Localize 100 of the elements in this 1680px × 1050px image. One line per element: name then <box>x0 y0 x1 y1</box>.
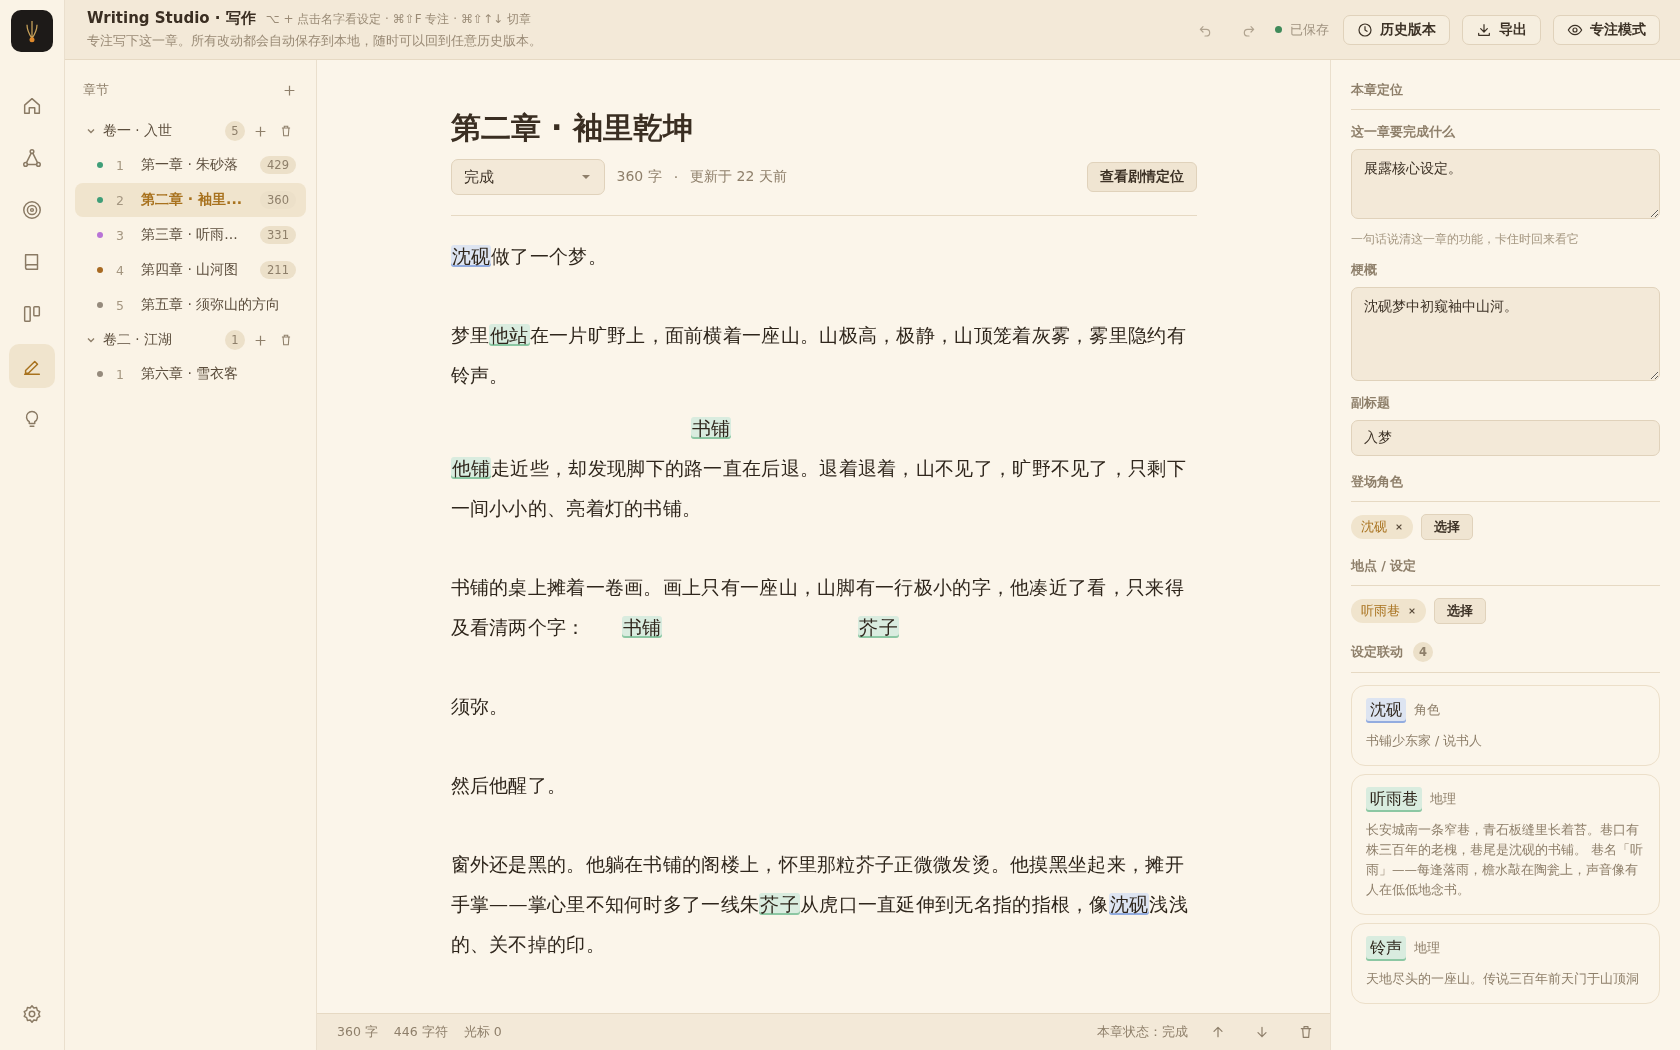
entity-mention[interactable]: 书铺 <box>621 616 663 638</box>
word-count: 360 字 <box>616 168 662 186</box>
entity-type: 地理 <box>1414 940 1440 957</box>
chapter-number: 5 <box>115 297 125 313</box>
toolbar-button[interactable]: 导出 <box>1462 14 1541 45</box>
target-icon <box>21 199 43 221</box>
shortcut-hint: ⌥ + 点击名字看设定 · ⌘⇧F 专注 · ⌘⇧↑↓ 切章 <box>265 11 531 28</box>
entity-mention[interactable]: 沈砚 <box>450 245 492 267</box>
home-icon <box>21 95 43 117</box>
toolbar-button[interactable]: 专注模式 <box>1553 14 1660 45</box>
subtitle-field[interactable]: 入梦 <box>1351 420 1660 456</box>
chapter-item[interactable]: 1 第一章 · 朱砂落 429 <box>75 148 306 182</box>
field-label: 这一章要完成什么 <box>1351 124 1456 141</box>
section-heading: 本章定位 <box>1351 82 1660 110</box>
chapter-count: 1 <box>225 330 245 350</box>
arrow-down-icon <box>1254 1024 1270 1040</box>
nodes-icon <box>21 147 43 169</box>
clock-icon <box>1357 21 1373 38</box>
entity-description: 长安城南一条窄巷，青石板缝里长着苔。巷口有株三百年的老槐，巷尾是沈砚的书铺。 巷名「听雨」——每逢落雨，檐水敲在陶瓮上，声音像有人在低低地念书。 <box>1366 821 1644 899</box>
goal-field[interactable]: 展露核心设定。 <box>1351 149 1660 219</box>
chapter-item[interactable]: 3 第三章 · 听雨... 331 <box>75 218 306 252</box>
app-logo <box>11 10 53 52</box>
entity-mention[interactable]: 沈砚 <box>1108 893 1150 915</box>
section-heading: 登场角色 <box>1351 474 1660 502</box>
paragraph[interactable]: 他铺走近些，却发现脚下的路一直在后退。退着退着，山不见了，旷野不见了，只剩下一间小小的、亮着灯的书铺。 <box>450 448 1197 528</box>
synopsis-field[interactable]: 沈砚梦中初窥袖中山河。 <box>1351 287 1660 381</box>
toolbar-button[interactable]: 历史版本 <box>1343 14 1450 45</box>
chapter-number: 2 <box>115 192 125 208</box>
chapter-title: 第一章 · 朱砂落 <box>141 156 240 174</box>
paragraph[interactable]: 沈砚做了一个梦。 <box>450 236 1197 276</box>
volume-title[interactable]: 卷二 · 江湖 <box>103 331 219 349</box>
download-icon <box>1476 21 1492 38</box>
chapter-title: 第三章 · 听雨... <box>141 226 239 244</box>
setting-card[interactable]: 沈砚 角色 书铺少东家 / 说书人 <box>1351 685 1660 766</box>
chapter-number: 3 <box>115 227 125 243</box>
select-button[interactable]: 选择 <box>1434 598 1486 624</box>
columns-icon <box>21 303 43 325</box>
paragraph[interactable]: 书铺的桌上摊着一卷画。画上只有一座山，山脚有一行极小的字，他凑近了看，只来得及看清两个字： 书铺 芥子 <box>450 567 1197 647</box>
entity-name: 沈砚 <box>1366 698 1406 723</box>
entity-mention[interactable]: 他站 <box>489 324 530 346</box>
chapter-number: 1 <box>115 157 125 173</box>
plus-icon <box>254 124 267 138</box>
chapter-title: 第四章 · 山河图 <box>141 261 240 279</box>
select-button[interactable]: 选择 <box>1421 514 1473 540</box>
chapter-count: 5 <box>225 121 245 141</box>
field-label: 副标题 <box>1351 395 1391 412</box>
word-count: 429 <box>260 156 296 174</box>
chapter-item[interactable]: 1 第六章 · 雪衣客 <box>75 357 306 391</box>
close-icon[interactable] <box>1395 523 1403 531</box>
chapter-item[interactable]: 5 第五章 · 须弥山的方向 <box>75 288 306 322</box>
section-heading: 章节 <box>83 81 109 99</box>
plus-icon <box>254 333 267 347</box>
close-icon[interactable] <box>1408 607 1416 615</box>
chapter-title: 第二章 · 袖里... <box>141 191 244 209</box>
entity-mention[interactable]: 书铺 <box>690 417 732 439</box>
trash-icon <box>1298 1024 1314 1040</box>
chapter-number: 4 <box>115 262 125 278</box>
app-title: Writing Studio · 写作 <box>87 9 256 28</box>
plus-icon <box>283 84 296 97</box>
paragraph[interactable]: 然后他醒了。 <box>450 765 1197 805</box>
chapter-number: 1 <box>115 366 125 382</box>
entity-mention[interactable]: 他铺 <box>450 457 492 479</box>
paragraph[interactable]: 须弥。 <box>450 686 1197 726</box>
nav-button[interactable] <box>9 344 55 388</box>
entity-name: 铃声 <box>1366 936 1406 961</box>
entity-mention[interactable]: 芥子 <box>858 616 899 638</box>
section-heading: 设定联动 <box>1351 643 1403 661</box>
entity-mention[interactable]: 芥子 <box>759 893 800 915</box>
entity-description: 天地尽头的一座山。传说三百年前天门于山顶洞 <box>1366 970 1640 988</box>
save-status: 已保存 <box>1290 20 1329 39</box>
setting-card[interactable]: 铃声 地理 天地尽头的一座山。传说三百年前天门于山顶洞 <box>1351 923 1660 1004</box>
chapter-status: 本章状态：完成 <box>1097 1023 1188 1041</box>
separator: · <box>673 169 679 185</box>
entity-name: 听雨巷 <box>1366 787 1422 812</box>
word-count: 360 字 <box>337 1023 378 1041</box>
field-hint: 一句话说清这一章的功能，卡住时回来看它 <box>1351 231 1580 248</box>
chapter-title: 第六章 · 雪衣客 <box>141 365 240 383</box>
volume-title[interactable]: 卷一 · 入世 <box>103 122 219 140</box>
status-dropdown[interactable]: 完成 <box>450 159 605 195</box>
updated-time: 更新于 22 天前 <box>690 168 787 186</box>
chapter-item[interactable]: 4 第四章 · 山河图 211 <box>75 253 306 287</box>
paragraph[interactable]: 梦里他站在一片旷野上，面前横着一座山。山极高，极静，山顶笼着灰雾，雾里隐约有铃声。 <box>450 315 1197 395</box>
chapter-heading: 第二章 · 袖里乾坤 <box>450 109 694 147</box>
cursor-position: 光标 0 <box>463 1023 502 1041</box>
entity-description: 书铺少东家 / 说书人 <box>1366 732 1484 750</box>
place-tag[interactable]: 听雨巷 <box>1351 599 1426 623</box>
status-dot <box>1275 26 1282 33</box>
settings-icon <box>21 1003 43 1025</box>
entity-type: 角色 <box>1414 702 1440 719</box>
setting-card[interactable]: 听雨巷 地理 长安城南一条窄巷，青石板缝里长着苔。巷口有株三百年的老槐，巷尾是沈砚的书铺。 巷名「听雨」——每逢落雨，檐水敲在陶瓮上，声音像有人在低低地念书。 <box>1351 774 1660 915</box>
word-count: 331 <box>260 226 296 244</box>
trash-icon <box>279 124 293 138</box>
trash-icon <box>279 333 293 347</box>
entity-type: 地理 <box>1430 791 1456 808</box>
word-count: 360 <box>260 191 296 209</box>
link-count: 4 <box>1413 642 1433 662</box>
chapter-title: 第五章 · 须弥山的方向 <box>141 296 282 314</box>
paragraph[interactable]: 窗外还是黑的。他躺在书铺的阁楼上，怀里那粒芥子正微微发烫。他摸黑坐起来，摊开手掌——掌心里不知何时多了一线朱芥子从虎口一直延伸到无名指的指根，像沈砚浅浅的、关不掉的印。 <box>450 844 1197 964</box>
section-heading: 地点 / 设定 <box>1351 558 1660 586</box>
plot-position-button[interactable]: 查看剧情定位 <box>1086 162 1197 192</box>
